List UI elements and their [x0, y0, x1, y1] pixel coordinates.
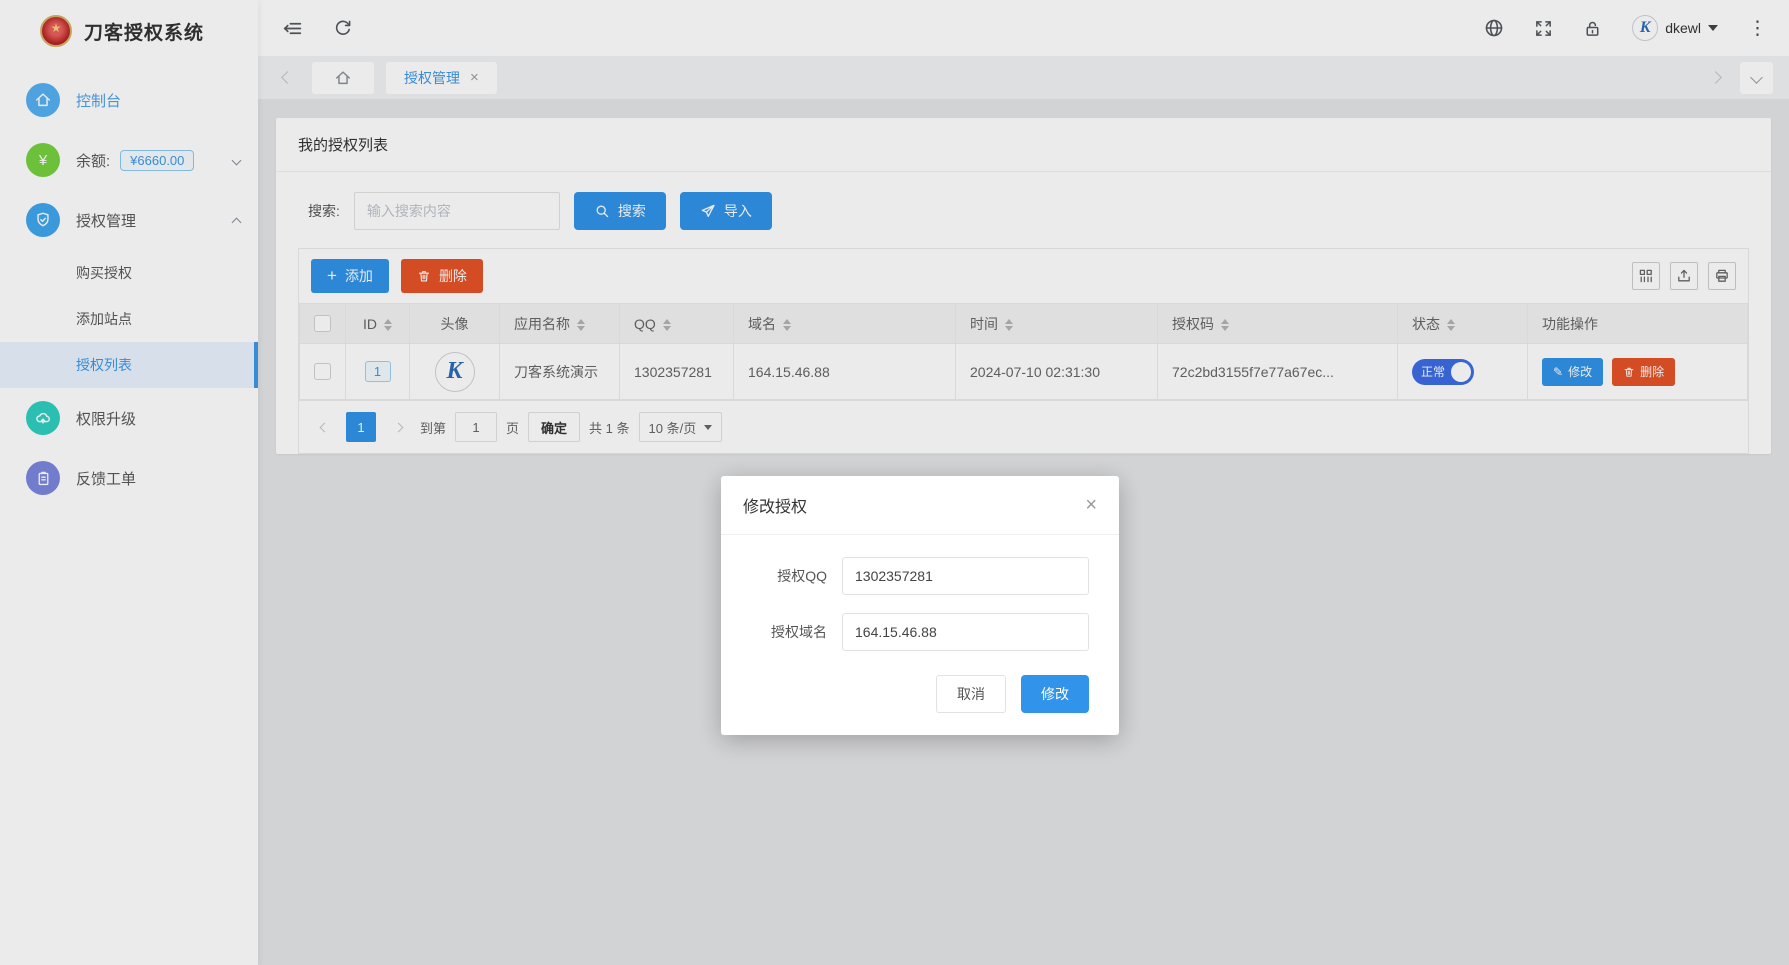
form-row-qq: 授权QQ — [751, 557, 1089, 595]
cancel-button[interactable]: 取消 — [936, 675, 1006, 713]
confirm-edit-button[interactable]: 修改 — [1021, 675, 1089, 713]
edit-auth-modal: 修改授权 × 授权QQ 授权域名 取消 修改 — [721, 476, 1119, 735]
qq-field-label: 授权QQ — [751, 566, 827, 586]
domain-field[interactable] — [842, 613, 1089, 651]
modal-body: 授权QQ 授权域名 — [721, 535, 1119, 673]
form-row-domain: 授权域名 — [751, 613, 1089, 651]
close-icon[interactable]: × — [1085, 495, 1097, 515]
modal-footer: 取消 修改 — [721, 673, 1119, 735]
modal-header: 修改授权 × — [721, 476, 1119, 535]
domain-field-label: 授权域名 — [751, 622, 827, 642]
modal-title: 修改授权 — [743, 493, 807, 517]
qq-field[interactable] — [842, 557, 1089, 595]
